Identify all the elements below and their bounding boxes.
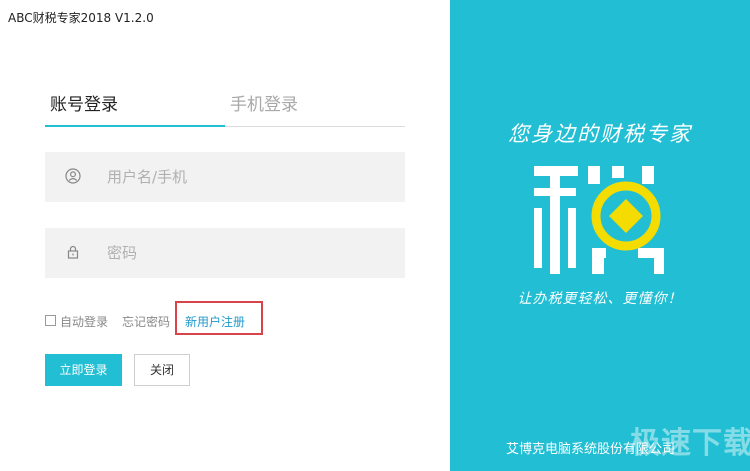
login-tabs: 账号登录 手机登录 (45, 90, 405, 127)
tab-account-login[interactable]: 账号登录 (50, 90, 118, 115)
auto-login-label[interactable]: 自动登录 (60, 313, 108, 330)
brand-panel: 您身边的财税专家 让办税更轻松、更懂你！ 艾博克电脑系统股份有限公司 极速下载站 (450, 0, 750, 471)
user-icon (65, 168, 81, 184)
brand-tagline: 让办税更轻松、更懂你！ (517, 291, 683, 307)
auto-login-checkbox[interactable] (45, 315, 56, 326)
register-highlight-box (175, 301, 263, 335)
active-tab-indicator (45, 125, 225, 127)
login-button[interactable]: 立即登录 (45, 354, 122, 386)
password-field (45, 228, 405, 278)
lock-icon (65, 244, 81, 260)
password-input[interactable] (107, 228, 387, 278)
tax-logo (534, 166, 664, 274)
window-title: ABC财税专家2018 V1.2.0 (8, 11, 154, 25)
login-panel: ABC财税专家2018 V1.2.0 账号登录 手机登录 自动登录 忘记密 (0, 0, 450, 471)
tab-phone-login[interactable]: 手机登录 (230, 90, 298, 115)
username-field (45, 152, 405, 202)
close-button[interactable]: 关闭 (134, 354, 190, 386)
username-input[interactable] (107, 152, 387, 202)
brand-slogan: 您身边的财税专家 (508, 122, 692, 146)
site-watermark: 极速下载站 (630, 426, 750, 461)
forgot-password-link[interactable]: 忘记密码 (122, 313, 170, 330)
